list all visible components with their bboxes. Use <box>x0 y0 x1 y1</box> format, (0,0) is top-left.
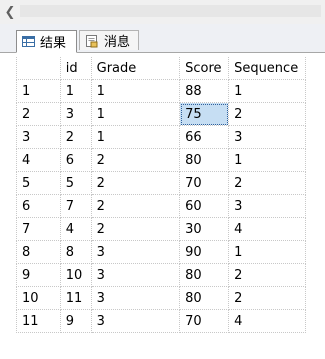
table-row[interactable]: 7 4 2 30 4 <box>16 217 306 241</box>
grid-cell[interactable]: 70 <box>179 309 230 333</box>
row-number[interactable]: 10 <box>16 286 61 310</box>
grid-cell[interactable]: 1 <box>228 148 306 172</box>
grid-cell[interactable]: 11 <box>59 286 92 310</box>
grid-cell[interactable]: 4 <box>228 217 306 241</box>
grid-cell[interactable]: 10 <box>59 263 92 287</box>
grid-cell[interactable]: 8 <box>59 240 92 264</box>
row-number[interactable]: 5 <box>16 171 61 195</box>
scroll-left-arrow-icon[interactable]: ❮ <box>2 3 18 20</box>
grid-cell[interactable]: 1 <box>228 240 306 264</box>
row-number[interactable]: 7 <box>16 217 61 241</box>
grid-cell[interactable]: 60 <box>179 194 230 218</box>
tab-results[interactable]: 结果 <box>16 30 77 53</box>
table-row[interactable]: 11 9 3 70 4 <box>16 309 306 333</box>
grid-cell[interactable]: 88 <box>179 79 230 103</box>
grid-cell[interactable]: 66 <box>179 125 230 149</box>
grid-cell[interactable]: 2 <box>228 171 306 195</box>
grid-cell[interactable]: 70 <box>179 171 230 195</box>
table-row[interactable]: 3 2 1 66 3 <box>16 125 306 149</box>
grid-cell[interactable]: 80 <box>179 148 230 172</box>
row-number[interactable]: 6 <box>16 194 61 218</box>
grid-cell[interactable]: 3 <box>228 194 306 218</box>
grid-cell[interactable]: 5 <box>59 171 92 195</box>
column-header[interactable]: id <box>59 57 92 80</box>
scroll-track[interactable] <box>20 5 321 17</box>
grid-cell[interactable]: 3 <box>90 240 181 264</box>
row-number[interactable]: 1 <box>16 79 61 103</box>
messages-icon <box>86 34 98 47</box>
grid-cell[interactable]: 1 <box>90 125 181 149</box>
grid-cell[interactable]: 3 <box>90 263 181 287</box>
table-row[interactable]: 6 7 2 60 3 <box>16 194 306 218</box>
grid-cell[interactable]: 1 <box>59 79 92 103</box>
table-row[interactable]: 2 3 1 75 2 <box>16 102 306 126</box>
grid-cell[interactable]: 2 <box>90 217 181 241</box>
column-header[interactable]: Sequence <box>228 57 306 80</box>
results-grid: id Grade Score Sequence 1 1 1 88 1 2 3 1 75 2 3 2 1 6… <box>16 57 306 333</box>
result-tabs: 结果 消息 <box>0 24 325 53</box>
column-header[interactable]: Score <box>179 57 230 80</box>
grid-cell[interactable]: 1 <box>90 79 181 103</box>
grid-cell[interactable]: 2 <box>90 171 181 195</box>
grid-cell[interactable]: 3 <box>59 102 92 126</box>
grid-cell[interactable]: 80 <box>179 286 230 310</box>
grid-cell[interactable]: 80 <box>179 263 230 287</box>
grid-cell[interactable]: 75 <box>179 102 230 126</box>
column-header[interactable]: Grade <box>90 57 181 80</box>
grid-cell[interactable]: 3 <box>90 286 181 310</box>
grid-cell[interactable]: 1 <box>90 102 181 126</box>
header-row: id Grade Score Sequence <box>16 57 306 80</box>
tab-messages-label: 消息 <box>104 35 131 50</box>
tab-results-label: 结果 <box>40 36 67 51</box>
results-table: id Grade Score Sequence 1 1 1 88 1 2 3 1 75 2 3 2 1 6… <box>16 57 306 333</box>
grid-cell[interactable]: 2 <box>228 102 306 126</box>
row-number[interactable]: 9 <box>16 263 61 287</box>
grid-cell[interactable]: 2 <box>228 286 306 310</box>
row-number-header[interactable] <box>16 57 61 80</box>
tab-messages[interactable]: 消息 <box>79 30 139 50</box>
grid-cell[interactable]: 4 <box>228 309 306 333</box>
grid-cell[interactable]: 2 <box>228 263 306 287</box>
table-row[interactable]: 10 11 3 80 2 <box>16 286 306 310</box>
grid-cell[interactable]: 3 <box>90 309 181 333</box>
row-number[interactable]: 11 <box>16 309 61 333</box>
grid-cell[interactable]: 2 <box>90 148 181 172</box>
grid-cell[interactable]: 9 <box>59 309 92 333</box>
table-row[interactable]: 1 1 1 88 1 <box>16 79 306 103</box>
row-number[interactable]: 4 <box>16 148 61 172</box>
grid-cell[interactable]: 2 <box>90 194 181 218</box>
grid-cell[interactable]: 6 <box>59 148 92 172</box>
row-number[interactable]: 2 <box>16 102 61 126</box>
table-row[interactable]: 4 6 2 80 1 <box>16 148 306 172</box>
row-number[interactable]: 8 <box>16 240 61 264</box>
grid-icon <box>22 36 35 47</box>
row-number[interactable]: 3 <box>16 125 61 149</box>
grid-cell[interactable]: 3 <box>228 125 306 149</box>
grid-cell[interactable]: 30 <box>179 217 230 241</box>
grid-cell[interactable]: 4 <box>59 217 92 241</box>
grid-body: 1 1 1 88 1 2 3 1 75 2 3 2 1 66 3 4 6 2 80 1 5 5 2 70 2 6 7 2 60 3 7 4 2 3… <box>16 79 306 333</box>
horizontal-scrollbar[interactable]: ❮ <box>0 0 325 25</box>
table-row[interactable]: 5 5 2 70 2 <box>16 171 306 195</box>
grid-cell[interactable]: 90 <box>179 240 230 264</box>
grid-cell[interactable]: 2 <box>59 125 92 149</box>
table-row[interactable]: 8 8 3 90 1 <box>16 240 306 264</box>
table-row[interactable]: 9 10 3 80 2 <box>16 263 306 287</box>
grid-cell[interactable]: 7 <box>59 194 92 218</box>
grid-cell[interactable]: 1 <box>228 79 306 103</box>
